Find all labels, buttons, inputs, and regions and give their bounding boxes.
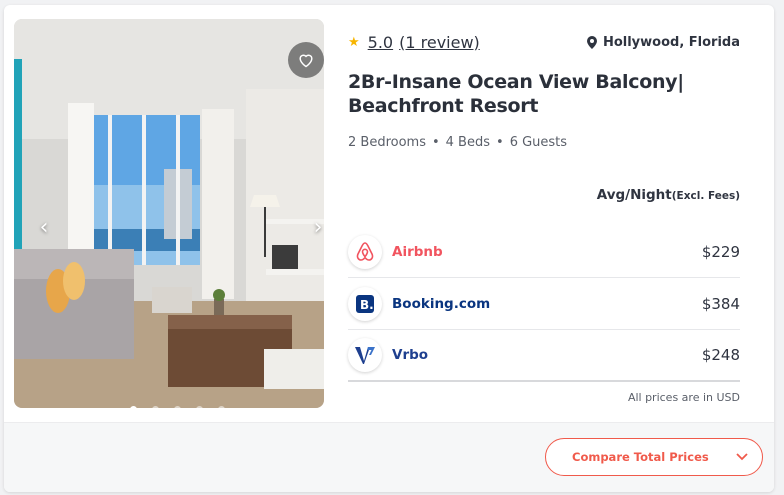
separator-dot: • bbox=[496, 135, 504, 150]
provider-row-vrbo[interactable]: Vrbo $248 bbox=[348, 330, 740, 382]
star-icon: ★ bbox=[348, 34, 360, 50]
heart-icon bbox=[299, 54, 313, 68]
previous-photo-button[interactable]: ‹ bbox=[32, 214, 56, 242]
provider-row-airbnb[interactable]: Airbnb $229 bbox=[348, 226, 740, 278]
rating-value[interactable]: 5.0 bbox=[368, 33, 393, 52]
fees-note: (Excl. Fees) bbox=[671, 190, 740, 202]
card-footer: Compare Total Prices bbox=[4, 422, 774, 492]
guests-count: 6 Guests bbox=[509, 135, 568, 150]
provider-price: $248 bbox=[701, 346, 740, 364]
provider-name: Vrbo bbox=[392, 347, 429, 363]
listing-title[interactable]: 2Br-Insane Ocean View Balcony| Beachfron… bbox=[348, 70, 740, 118]
currency-note: All prices are in USD bbox=[627, 391, 740, 404]
photo-dot[interactable] bbox=[130, 406, 137, 408]
next-photo-button[interactable]: › bbox=[306, 214, 324, 242]
separator-dot: • bbox=[431, 135, 440, 150]
chevron-right-icon: › bbox=[313, 215, 323, 240]
chevron-left-icon: ‹ bbox=[39, 215, 49, 240]
listing-photo[interactable]: ‹ › bbox=[14, 19, 324, 408]
vrbo-logo-icon bbox=[348, 338, 382, 372]
listing-info: ★ 5.0 (1 review) Hollywood, Florida 2Br-… bbox=[348, 31, 740, 151]
location-pin-icon bbox=[586, 35, 597, 49]
compare-label: Compare Total Prices bbox=[572, 450, 709, 464]
photo-pagination bbox=[130, 406, 225, 408]
photo-dot[interactable] bbox=[218, 406, 225, 408]
rating-row: ★ 5.0 (1 review) Hollywood, Florida bbox=[348, 31, 740, 53]
provider-price: $229 bbox=[701, 242, 740, 261]
compare-total-prices-button[interactable]: Compare Total Prices bbox=[545, 438, 763, 476]
location-label: Hollywood, Florida bbox=[602, 34, 740, 50]
airbnb-logo-icon bbox=[348, 234, 382, 269]
location: Hollywood, Florida bbox=[586, 34, 740, 50]
provider-row-booking[interactable]: B. Booking.com $384 bbox=[348, 278, 740, 330]
provider-price: $384 bbox=[701, 294, 740, 313]
photo-dot[interactable] bbox=[196, 406, 203, 408]
listing-card: ‹ › ★ 5.0 (1 review) Hollywood, Florida … bbox=[4, 5, 774, 492]
provider-name: Airbnb bbox=[392, 243, 443, 260]
chevron-down-icon bbox=[736, 453, 748, 461]
provider-name: Booking.com bbox=[392, 295, 491, 312]
living-room-image bbox=[14, 19, 324, 408]
booking-logo-icon: B. bbox=[348, 286, 382, 321]
bedrooms-count: 2 Bedrooms bbox=[348, 135, 426, 150]
photo-dot[interactable] bbox=[152, 406, 159, 408]
favorite-button[interactable] bbox=[288, 42, 324, 78]
provider-price-list: Airbnb $229 B. Booking.com $384 Vrbo $24… bbox=[348, 226, 740, 382]
review-count-link[interactable]: (1 review) bbox=[399, 33, 480, 52]
photo-dot[interactable] bbox=[174, 406, 181, 408]
listing-specs: 2 Bedrooms • 4 Beds • 6 Guests bbox=[348, 135, 740, 150]
beds-count: 4 Beds bbox=[445, 135, 491, 150]
avg-night-header: Avg/Night(Excl. Fees) bbox=[348, 187, 740, 203]
svg-text:B.: B. bbox=[360, 298, 374, 312]
avg-night-label: Avg/Night bbox=[596, 187, 672, 203]
